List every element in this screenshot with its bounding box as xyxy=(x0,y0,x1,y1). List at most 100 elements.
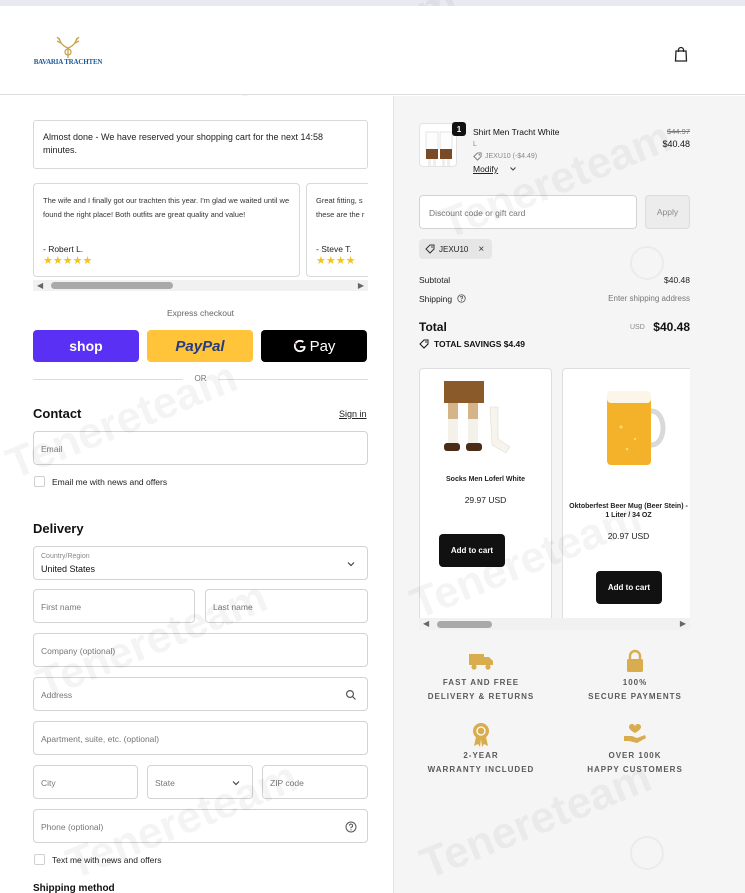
star-rating: ★★★★ xyxy=(316,255,356,267)
scroll-right-icon[interactable]: ▶ xyxy=(358,281,364,290)
subtotal-value: $40.48 xyxy=(664,275,690,285)
apartment-placeholder: Apartment, suite, etc. (optional) xyxy=(41,734,160,744)
help-circle-icon[interactable] xyxy=(345,821,357,833)
tag-icon xyxy=(473,152,482,161)
remove-code-icon[interactable]: × xyxy=(478,244,484,255)
country-select[interactable]: Country/Region United States xyxy=(33,546,368,580)
product-name: Shirt Men Tracht White xyxy=(473,127,560,137)
scroll-right-icon[interactable]: ▶ xyxy=(680,619,686,628)
shipping-label: Shipping xyxy=(419,294,453,304)
watermark-emblem xyxy=(630,836,664,870)
review-text: Great fitting, s these are the r xyxy=(316,196,365,219)
chevron-down-icon[interactable] xyxy=(509,165,517,173)
tag-icon xyxy=(425,244,435,254)
upsell-name: Oktoberfest Beer Mug (Beer Stein) - 1 Li… xyxy=(569,503,688,519)
feature-line2: SECURE PAYMENTS xyxy=(588,692,682,701)
modify-link[interactable]: Modify xyxy=(473,164,498,174)
phone-placeholder: Phone (optional) xyxy=(41,822,104,832)
discount-placeholder: Discount code or gift card xyxy=(429,208,526,218)
country-value: United States xyxy=(41,564,96,574)
reviews-scrollbar[interactable]: ◀ ▶ xyxy=(33,280,368,291)
shop-pay-label: shop xyxy=(69,338,103,354)
last-name-field[interactable]: Last name xyxy=(205,589,368,623)
reviews-carousel: The wife and I finally got our trachten … xyxy=(33,183,368,281)
total-label: Total xyxy=(419,320,447,334)
discount-chip: JEXU10 × xyxy=(419,239,492,259)
address-field[interactable]: Address xyxy=(33,677,368,711)
email-field[interactable]: Email xyxy=(33,431,368,465)
logo-text: BAVARIA TRACHTEN xyxy=(33,58,103,66)
sign-in-link[interactable]: Sign in xyxy=(339,409,367,419)
total-savings-text: TOTAL SAVINGS $4.49 xyxy=(434,339,526,349)
scrollbar-thumb[interactable] xyxy=(437,621,492,628)
watermark: Tenereteam xyxy=(0,352,244,490)
divider-line xyxy=(218,379,368,380)
upsell-price: 29.97 USD xyxy=(464,495,507,505)
text-me-label: Text me with news and offers xyxy=(52,855,162,865)
header: BAVARIA TRACHTEN xyxy=(0,6,745,95)
scroll-left-icon[interactable]: ◀ xyxy=(37,281,43,290)
upsell-scrollbar[interactable]: ◀ ▶ xyxy=(419,618,690,630)
feature-line2: HAPPY CUSTOMERS xyxy=(587,765,683,774)
paypal-button[interactable]: PayPal xyxy=(147,330,253,362)
delivery-heading: Delivery xyxy=(33,521,84,536)
country-label: Country/Region xyxy=(41,553,90,560)
google-g-icon xyxy=(293,339,306,353)
discount-chip-code: JEXU10 xyxy=(439,244,469,254)
shipping-row: Shipping Enter shipping address xyxy=(419,294,690,304)
city-field[interactable]: City xyxy=(33,765,138,799)
zip-placeholder: ZIP code xyxy=(270,778,304,788)
email-placeholder: Email xyxy=(41,444,63,454)
scroll-left-icon[interactable]: ◀ xyxy=(423,619,429,628)
text-me-checkbox[interactable] xyxy=(34,854,45,865)
state-select[interactable]: State xyxy=(147,765,253,799)
help-circle-icon[interactable] xyxy=(457,294,467,303)
review-text: The wife and I finally got our trachten … xyxy=(43,196,290,219)
apartment-field[interactable]: Apartment, suite, etc. (optional) xyxy=(33,721,368,755)
shipping-method-heading: Shipping method xyxy=(33,883,115,893)
product-variant: L xyxy=(473,141,477,148)
review-card: The wife and I finally got our trachten … xyxy=(33,183,300,277)
feature-happy-customers: OVER 100K HAPPY CUSTOMERS xyxy=(565,721,705,777)
subtotal-row: Subtotal $40.48 xyxy=(419,275,690,285)
newsletter-checkbox[interactable] xyxy=(34,476,45,487)
paypal-label: PayPal xyxy=(175,337,225,355)
phone-field[interactable]: Phone (optional) xyxy=(33,809,368,843)
upsell-card: Socks Men Loferl White 29.97 USD Add to … xyxy=(419,368,552,626)
feature-free-delivery: FAST AND FREE DELIVERY & RETURNS xyxy=(411,648,551,704)
reservation-notice: Almost done - We have reserved your shop… xyxy=(33,120,368,169)
quantity-badge: 1 xyxy=(452,122,466,136)
first-name-placeholder: First name xyxy=(41,602,82,612)
product-discount-text: JEXU10 (-$4.49) xyxy=(485,153,538,160)
subtotal-label: Subtotal xyxy=(419,275,451,285)
company-field[interactable]: Company (optional) xyxy=(33,633,368,667)
shop-pay-button[interactable]: shop xyxy=(33,330,139,362)
zip-field[interactable]: ZIP code xyxy=(262,765,368,799)
checkout-form-column: Almost done - We have reserved your shop… xyxy=(0,96,393,893)
item-price: $40.48 xyxy=(662,139,690,149)
upsell-name: Socks Men Loferl White xyxy=(446,476,525,483)
state-placeholder: State xyxy=(155,778,175,788)
apply-button[interactable]: Apply xyxy=(645,195,690,229)
last-name-placeholder: Last name xyxy=(213,602,253,612)
tag-icon xyxy=(419,339,429,349)
discount-code-input[interactable]: Discount code or gift card xyxy=(419,195,637,229)
add-to-cart-button[interactable]: Add to cart xyxy=(439,534,505,567)
first-name-field[interactable]: First name xyxy=(33,589,195,623)
newsletter-label: Email me with news and offers xyxy=(52,477,168,487)
company-placeholder: Company (optional) xyxy=(41,646,116,656)
upsell-carousel: Socks Men Loferl White 29.97 USD Add to … xyxy=(419,368,690,630)
address-placeholder: Address xyxy=(41,690,73,700)
heart-hand-icon xyxy=(624,724,646,743)
brand-logo[interactable]: BAVARIA TRACHTEN xyxy=(32,36,104,76)
google-pay-label: Pay xyxy=(309,337,336,355)
shipping-value: Enter shipping address xyxy=(608,294,690,303)
or-divider: OR xyxy=(33,374,368,384)
lock-icon xyxy=(627,649,643,672)
shopping-bag-icon[interactable] xyxy=(674,46,688,62)
feature-line1: FAST AND FREE xyxy=(442,678,520,687)
scrollbar-thumb[interactable] xyxy=(51,282,173,289)
upsell-price: 20.97 USD xyxy=(607,531,650,541)
add-to-cart-button[interactable]: Add to cart xyxy=(596,571,662,604)
google-pay-button[interactable]: Pay xyxy=(261,330,367,362)
